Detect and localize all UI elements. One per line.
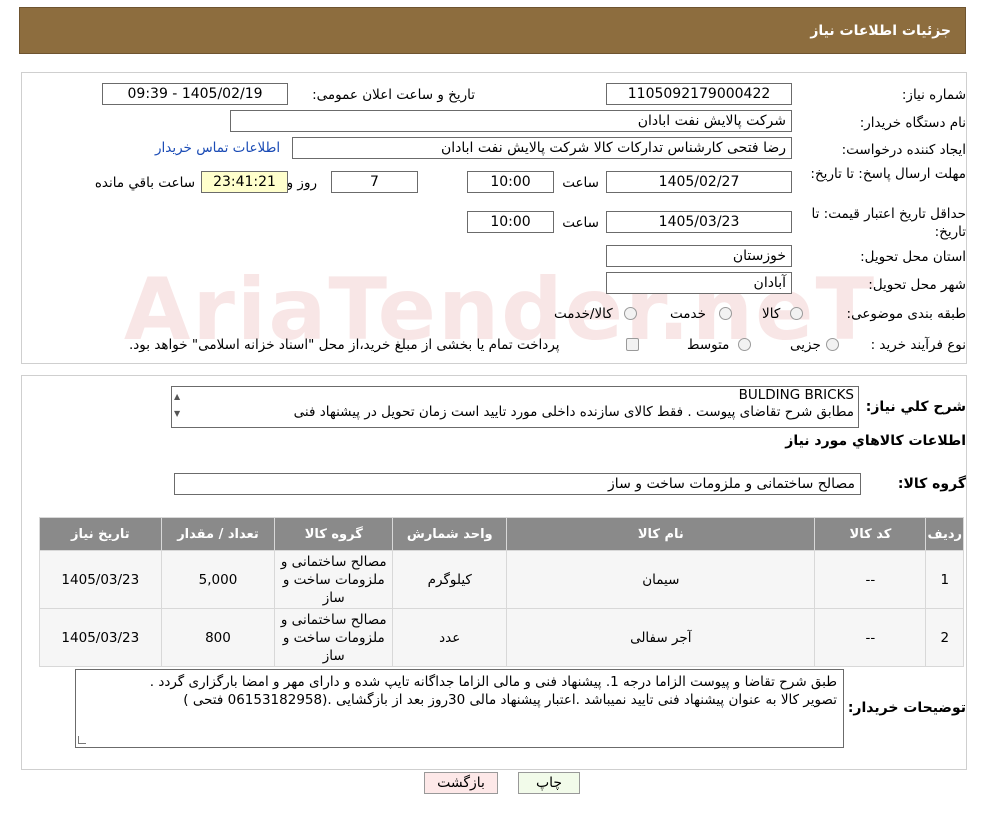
process-note: پرداخت تمام یا بخشی از مبلغ خرید،از محل … (129, 337, 560, 353)
process-medium-radio[interactable] (738, 338, 751, 351)
province-field: خوزستان (606, 245, 792, 267)
cell-unit: کیلوگرم (392, 550, 508, 609)
process-minor-radio[interactable] (826, 338, 839, 351)
contact-buyer-link[interactable]: اطلاعات تماس خریدار (155, 140, 280, 156)
buyer-notes-line-1: طبق شرح تقاضا و پیوست الزاما درجه 1. پیش… (149, 674, 837, 690)
treasury-checkbox[interactable] (626, 338, 639, 351)
cell-date: 1405/03/23 (39, 608, 162, 667)
col-name: نام کالا (506, 517, 816, 551)
col-code: کد کالا (814, 517, 927, 551)
col-qty: تعداد / مقدار (160, 517, 276, 551)
cell-name: آجر سفالی (506, 608, 816, 667)
group-field: مصالح ساختمانی و ملزومات ساخت و ساز (174, 473, 861, 495)
summary-scroll-arrows[interactable]: ▲ ▼ (174, 388, 180, 422)
process-minor-label: جزیی (790, 337, 821, 353)
cell-qty: 800 (160, 608, 276, 667)
city-field: آبادان (606, 272, 792, 294)
reply-time-label: ساعت (562, 175, 599, 191)
announce-label: تاریخ و ساعت اعلان عمومی: (312, 87, 475, 103)
remaining-label: ساعت باقي مانده (94, 175, 195, 191)
table-row: 1 -- سیمان کیلوگرم مصالح ساختمانی و ملزو… (39, 550, 964, 609)
page-title: جزئیات اطلاعات نیاز (810, 22, 951, 39)
buyer-notes-label: توضیحات خریدار: (847, 700, 966, 716)
category-service-radio[interactable] (719, 307, 732, 320)
items-table-wrapper: رديف کد کالا نام کالا واحد شمارش گروه کا… (39, 517, 964, 667)
cell-group: مصالح ساختمانی و ملزومات ساخت و ساز (274, 608, 394, 667)
process-label: نوع فرآیند خرید : (870, 337, 966, 353)
province-label: استان محل تحویل: (860, 249, 966, 265)
days-label: روز و (286, 175, 317, 191)
category-service-label: خدمت (670, 306, 706, 322)
cell-name: سیمان (506, 550, 816, 609)
creator-field: رضا فتحی کارشناس تدارکات کالا شرکت پالای… (292, 137, 792, 159)
col-date: تاریخ نیاز (39, 517, 162, 551)
category-goods-label: کالا (762, 306, 781, 322)
col-row: رديف (925, 517, 964, 551)
summary-label: شرح کلي نياز: (865, 399, 966, 415)
summary-line-1: BULDING BRICKS (738, 387, 854, 403)
category-label: طبقه بندی موضوعی: (846, 306, 966, 322)
buyer-org-field: شرکت پالایش نفت ابادان (230, 110, 792, 132)
items-section-title: اطلاعات کالاهاي مورد نياز (785, 433, 966, 449)
announce-field: 1405/02/19 - 09:39 (102, 83, 288, 105)
items-table-header: رديف کد کالا نام کالا واحد شمارش گروه کا… (39, 517, 964, 551)
table-row: 2 -- آجر سفالی عدد مصالح ساختمانی و ملزو… (39, 608, 964, 667)
print-button[interactable]: چاپ (518, 772, 580, 794)
col-unit: واحد شمارش (392, 517, 508, 551)
buyer-notes-textarea[interactable]: طبق شرح تقاضا و پیوست الزاما درجه 1. پیش… (75, 669, 844, 748)
cell-date: 1405/03/23 (39, 550, 162, 609)
remaining-time-field: 23:41:21 (201, 171, 288, 193)
cell-code: -- (814, 608, 927, 667)
resize-handle-icon[interactable] (78, 736, 86, 744)
category-goods-service-radio[interactable] (624, 307, 637, 320)
cell-unit: عدد (392, 608, 508, 667)
cell-row: 2 (925, 608, 964, 667)
process-medium-label: متوسط (687, 337, 730, 353)
reply-time-field: 10:00 (467, 171, 554, 193)
summary-textarea[interactable]: BULDING BRICKS مطابق شرح تقاضای پیوست . … (171, 386, 859, 428)
summary-line-2: مطابق شرح تقاضای پیوست . فقط کالای سازند… (293, 404, 854, 420)
cell-qty: 5,000 (160, 550, 276, 609)
buyer-org-label: نام دستگاه خریدار: (859, 115, 966, 131)
buyer-notes-line-2: تصویر کالا به عنوان پیشنهاد فنی تایید نم… (183, 692, 837, 708)
category-goods-service-label: کالا/خدمت (554, 306, 613, 322)
page-header: جزئیات اطلاعات نیاز (19, 7, 966, 54)
validity-date-field: 1405/03/23 (606, 211, 792, 233)
group-label: گروه کالا: (897, 476, 966, 492)
creator-label: ایجاد کننده درخواست: (841, 142, 966, 158)
city-label: شهر محل تحویل: (868, 277, 966, 293)
back-button[interactable]: بازگشت (424, 772, 498, 794)
validity-time-field: 10:00 (467, 211, 554, 233)
need-number-field: 1105092179000422 (606, 83, 792, 105)
col-group: گروه کالا (274, 517, 394, 551)
items-table: رديف کد کالا نام کالا واحد شمارش گروه کا… (39, 517, 964, 667)
need-number-label: شماره نیاز: (901, 87, 966, 103)
reply-deadline-label: مهلت ارسال پاسخ: تا تاریخ: (810, 166, 966, 182)
cell-code: -- (814, 550, 927, 609)
validity-time-label: ساعت (562, 215, 599, 231)
days-field: 7 (331, 171, 418, 193)
validity-label: حداقل تاریخ اعتبار قیمت: تا تاریخ: (811, 206, 966, 240)
reply-date-field: 1405/02/27 (606, 171, 792, 193)
category-goods-radio[interactable] (790, 307, 803, 320)
cell-group: مصالح ساختمانی و ملزومات ساخت و ساز (274, 550, 394, 609)
cell-row: 1 (925, 550, 964, 609)
